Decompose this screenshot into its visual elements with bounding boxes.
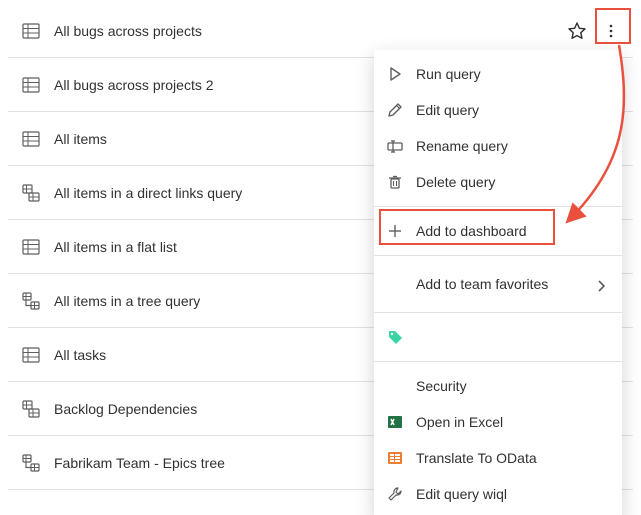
menu-item-label: Security (416, 378, 606, 394)
menu-run-query[interactable]: Run query (374, 56, 622, 92)
menu-edit-query[interactable]: Edit query (374, 92, 622, 128)
menu-add-to-dashboard[interactable]: Add to dashboard (374, 213, 622, 249)
star-icon[interactable] (567, 21, 587, 41)
query-tree-icon (22, 292, 40, 310)
menu-item-label: Open in Excel (416, 414, 606, 430)
menu-item-label: Edit query wiql (416, 486, 606, 502)
menu-translate-odata[interactable]: Translate To OData (374, 440, 622, 476)
query-label: All bugs across projects (54, 23, 567, 39)
query-flat-icon (22, 22, 40, 40)
chevron-right-icon (596, 279, 606, 289)
excel-icon (386, 413, 404, 431)
wrench-icon (386, 485, 404, 503)
menu-edit-wiql[interactable]: Edit query wiql (374, 476, 622, 512)
menu-delete-query[interactable]: Delete query (374, 164, 622, 200)
query-flat-icon (22, 238, 40, 256)
menu-item-label: Delete query (416, 174, 606, 190)
menu-item-label: Add to team favorites (416, 276, 596, 292)
query-flat-icon (22, 130, 40, 148)
plus-icon (386, 222, 404, 240)
menu-item-label: Rename query (416, 138, 606, 154)
query-tree-icon (22, 454, 40, 472)
menu-separator (374, 206, 622, 207)
menu-security[interactable]: Security (374, 368, 622, 404)
play-icon (386, 65, 404, 83)
menu-separator (374, 312, 622, 313)
menu-rename-query[interactable]: Rename query (374, 128, 622, 164)
menu-tag-color[interactable] (374, 319, 622, 355)
menu-item-label: Run query (416, 66, 606, 82)
context-menu: Run query Edit query Rename query Delete… (374, 50, 622, 515)
query-flat-icon (22, 76, 40, 94)
tag-icon (386, 328, 404, 346)
menu-item-label: Edit query (416, 102, 606, 118)
query-links-icon (22, 400, 40, 418)
more-actions-button[interactable] (597, 17, 625, 45)
menu-separator (374, 361, 622, 362)
rename-icon (386, 137, 404, 155)
menu-add-team-favorites[interactable]: Add to team favorites (374, 262, 622, 306)
menu-separator (374, 255, 622, 256)
pencil-icon (386, 101, 404, 119)
trash-icon (386, 173, 404, 191)
menu-open-in-excel[interactable]: Open in Excel (374, 404, 622, 440)
menu-item-label: Translate To OData (416, 450, 606, 466)
odata-icon (386, 449, 404, 467)
query-links-icon (22, 184, 40, 202)
menu-item-label: Add to dashboard (416, 223, 606, 239)
query-flat-icon (22, 346, 40, 364)
